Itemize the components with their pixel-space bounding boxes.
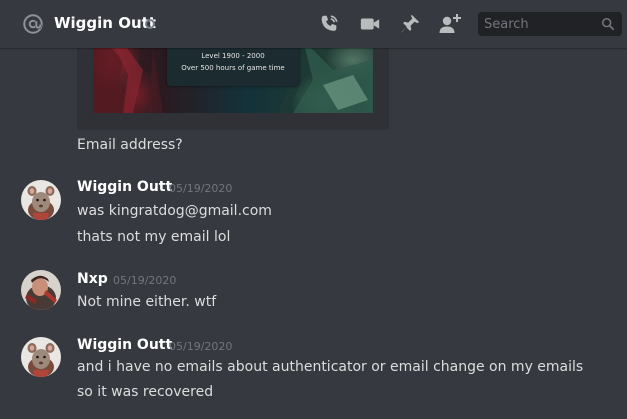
author-name[interactable]: Nxp xyxy=(77,271,108,287)
message-text: and i have no emails about authenticator… xyxy=(77,359,584,375)
message-text: Not mine either. wtf xyxy=(77,294,217,310)
search-input[interactable] xyxy=(478,12,598,36)
rat-avatar-icon xyxy=(21,180,61,220)
avatar[interactable] xyxy=(21,270,61,310)
embed-caption-line-2: Over 500 hours of game time xyxy=(181,64,285,72)
message-timestamp: 05/19/2020 xyxy=(169,182,233,195)
channel-title: Wiggin Outt xyxy=(54,14,156,32)
pin-icon[interactable] xyxy=(398,12,422,36)
search-icon[interactable] xyxy=(601,17,615,31)
search-bar[interactable] xyxy=(478,12,622,36)
avatar[interactable] xyxy=(21,337,61,377)
author-name[interactable]: Wiggin Outt xyxy=(77,337,172,353)
phone-call-icon[interactable] xyxy=(317,12,341,36)
message-timestamp: 05/19/2020 xyxy=(169,340,233,353)
status-indicator xyxy=(145,19,155,29)
channel-header: Wiggin Outt xyxy=(0,0,627,48)
message-text: thats not my email lol xyxy=(77,229,231,245)
message-text: Email address? xyxy=(77,137,183,153)
add-friend-icon[interactable] xyxy=(438,12,462,36)
at-icon xyxy=(23,14,43,34)
message-text: was kingratdog@gmail.com xyxy=(77,203,272,219)
avatar[interactable] xyxy=(21,180,61,220)
video-camera-icon[interactable] xyxy=(358,12,382,36)
rat-avatar-icon xyxy=(21,337,61,377)
message-text: so it was recovered xyxy=(77,384,214,400)
author-name[interactable]: Wiggin Outt xyxy=(77,179,172,195)
embed-caption-line-1: Level 1900 - 2000 xyxy=(201,52,265,60)
message-timestamp: 05/19/2020 xyxy=(113,274,177,287)
nxp-avatar-icon xyxy=(21,270,61,310)
